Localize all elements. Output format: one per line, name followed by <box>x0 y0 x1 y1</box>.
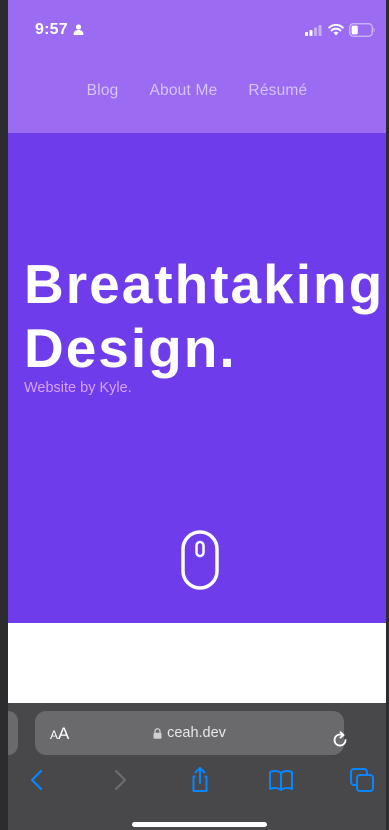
content-area <box>8 623 386 705</box>
battery-icon <box>349 23 375 37</box>
address-bar[interactable]: AA ceah.dev <box>35 711 347 755</box>
status-bar: 9:57 <box>8 0 386 44</box>
site-nav: Blog About Me Résumé <box>8 82 386 104</box>
hero-section: Breathtaking Design. Website by Kyle. <box>8 133 386 623</box>
wifi-icon <box>328 23 344 36</box>
reload-icon[interactable] <box>331 731 349 749</box>
nav-link-resume[interactable]: Résumé <box>248 82 307 104</box>
hero-title-line-1: Breathtaking <box>24 253 385 315</box>
back-icon[interactable] <box>22 765 52 795</box>
signal-icon <box>305 25 322 36</box>
url-text: ceah.dev <box>167 725 226 741</box>
status-time: 9:57 <box>35 21 68 38</box>
previous-tab-preview[interactable] <box>8 711 18 755</box>
browser-toolbar: AA ceah.dev <box>8 703 386 830</box>
hero-title-line-2: Design. <box>24 317 237 379</box>
hero-subtitle: Website by Kyle. <box>24 380 132 396</box>
lock-icon <box>153 727 162 739</box>
url-display: ceah.dev <box>35 711 344 755</box>
person-icon <box>73 24 84 35</box>
browser-nav-bar <box>8 765 386 797</box>
browser-viewport: 9:57 Blog About Me Résumé Breathtaking D… <box>8 0 386 830</box>
tabs-icon[interactable] <box>347 765 377 795</box>
share-icon[interactable] <box>185 765 215 795</box>
bookmarks-icon[interactable] <box>266 765 296 795</box>
nav-link-blog[interactable]: Blog <box>87 82 119 104</box>
mouse-icon[interactable] <box>181 530 219 590</box>
site-header: 9:57 Blog About Me Résumé <box>8 0 386 133</box>
hero-title: Breathtaking Design. <box>24 252 384 380</box>
home-indicator <box>132 822 267 827</box>
forward-icon[interactable] <box>105 765 135 795</box>
nav-link-about-me[interactable]: About Me <box>149 82 217 104</box>
